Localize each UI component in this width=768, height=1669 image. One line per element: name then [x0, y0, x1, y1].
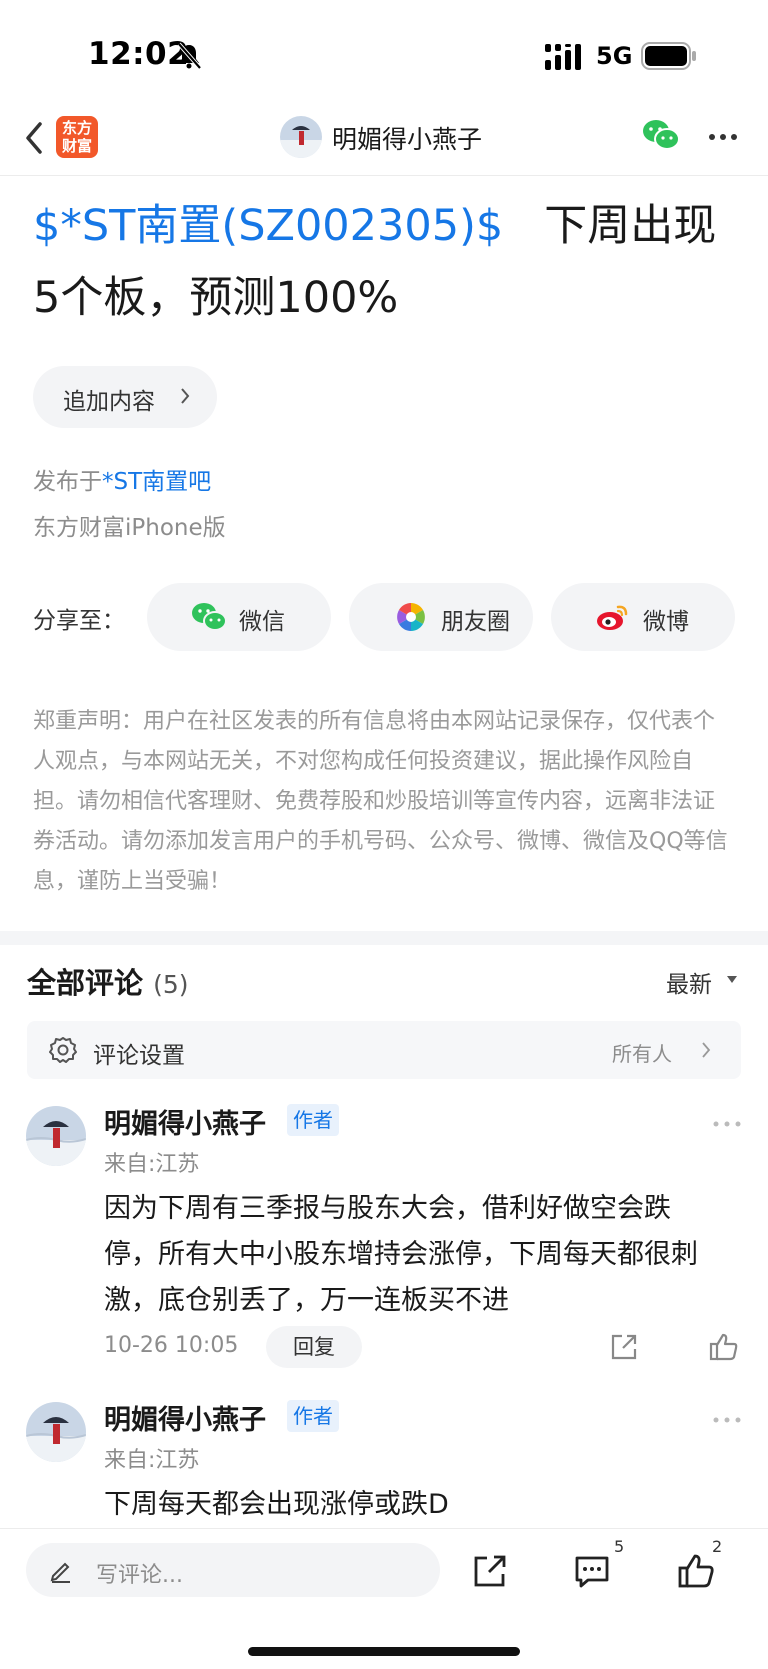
wechat-icon [192, 603, 227, 631]
author-badge: 作者 [287, 1104, 339, 1136]
comment-settings-row[interactable]: 评论设置 所有人 [27, 1021, 741, 1079]
share-weibo-label: 微博 [643, 609, 689, 635]
back-icon[interactable] [20, 118, 50, 158]
post-title-line2: 5个板，预测100% [33, 273, 399, 323]
posted-in-prefix: 发布于 [33, 469, 102, 495]
chevron-right-icon [702, 1042, 711, 1058]
share-wechat-button[interactable]: 微信 [147, 583, 331, 651]
share-weibo-button[interactable]: 微博 [551, 583, 735, 651]
post-title-text: 下周出现 [544, 201, 717, 251]
network-label: 5G [596, 42, 633, 70]
comment-time: 10-26 10:05 [104, 1333, 239, 1358]
comment-location: 来自:江苏 [104, 1152, 200, 1177]
more-dots-icon[interactable] [712, 1416, 742, 1424]
device-label: 东方财富iPhone版 [33, 515, 226, 541]
comment-settings-label: 评论设置 [93, 1043, 185, 1069]
status-bar: 12:02 5G [0, 0, 768, 100]
share-icon[interactable] [470, 1551, 510, 1591]
comments-title-label: 全部评论 [27, 966, 144, 1000]
append-content-button[interactable]: 追加内容 [33, 366, 217, 428]
sort-dropdown[interactable]: 最新 [666, 965, 712, 999]
battery-icon [641, 42, 696, 70]
avatar[interactable] [26, 1402, 86, 1462]
disclaimer: 郑重声明：用户在社区发表的所有信息将由本网站记录保存，仅代表个人观点，与本网站无… [33, 709, 728, 894]
thumbs-up-icon[interactable] [708, 1331, 740, 1363]
post-title: $*ST南置(SZ002305)$ 下周出现 5个板，预测100% [33, 190, 743, 334]
moments-icon [397, 603, 425, 631]
wechat-icon[interactable] [642, 118, 680, 152]
comment-location: 来自:江苏 [104, 1448, 200, 1473]
author-badge: 作者 [287, 1400, 339, 1432]
home-indicator [248, 1647, 520, 1656]
share-label: 分享至： [33, 608, 125, 634]
comments-count: (5) [153, 970, 189, 999]
comments-title: 全部评论 (5) [27, 960, 189, 1002]
comment-icon[interactable] [572, 1551, 612, 1591]
comment-settings-value: 所有人 [612, 1042, 672, 1066]
share-moments-button[interactable]: 朋友圈 [349, 583, 533, 651]
posted-in: 发布于*ST南置吧 [33, 462, 211, 496]
section-divider [0, 931, 768, 945]
avatar[interactable] [26, 1106, 86, 1166]
weibo-icon [597, 605, 628, 630]
status-time: 12:02 [88, 36, 190, 72]
share-icon[interactable] [608, 1331, 640, 1363]
stock-tag-link[interactable]: $*ST南置(SZ002305)$ [33, 201, 503, 251]
signal-icon [545, 44, 581, 70]
share-moments-label: 朋友圈 [441, 609, 510, 635]
more-dots-icon[interactable] [712, 1120, 742, 1128]
app-logo[interactable]: 东方 财富 [56, 116, 98, 158]
nav-bar: 东方 财富 明媚得小燕子 [0, 100, 768, 176]
silent-bell-icon [177, 42, 202, 70]
bar-link[interactable]: *ST南置吧 [102, 469, 211, 495]
comment-content: 因为下周有三季报与股东大会，借利好做空会跌停，所有大中小股东增持会涨停，下周每天… [104, 1193, 698, 1316]
chevron-right-icon [181, 388, 190, 404]
append-content-label: 追加内容 [63, 389, 155, 415]
share-wechat-label: 微信 [239, 609, 285, 635]
nav-avatar[interactable] [280, 116, 322, 158]
write-comment-placeholder: 写评论... [96, 1563, 183, 1588]
comment-count-badge: 5 [614, 1537, 625, 1556]
comment-author[interactable]: 明媚得小燕子 [104, 1398, 266, 1437]
comment-author[interactable]: 明媚得小燕子 [104, 1102, 266, 1141]
gear-icon [49, 1037, 77, 1063]
reply-button[interactable]: 回复 [266, 1326, 362, 1368]
thumbs-up-icon[interactable] [676, 1551, 716, 1591]
nav-title[interactable]: 明媚得小燕子 [332, 120, 482, 156]
more-icon[interactable] [708, 132, 738, 142]
comment-content: 下周每天都会出现涨停或跌D [104, 1489, 449, 1520]
pen-icon [50, 1562, 70, 1583]
like-count-badge: 2 [712, 1537, 723, 1556]
caret-down-icon[interactable] [726, 975, 738, 985]
write-comment-input[interactable]: 写评论... [26, 1543, 440, 1597]
